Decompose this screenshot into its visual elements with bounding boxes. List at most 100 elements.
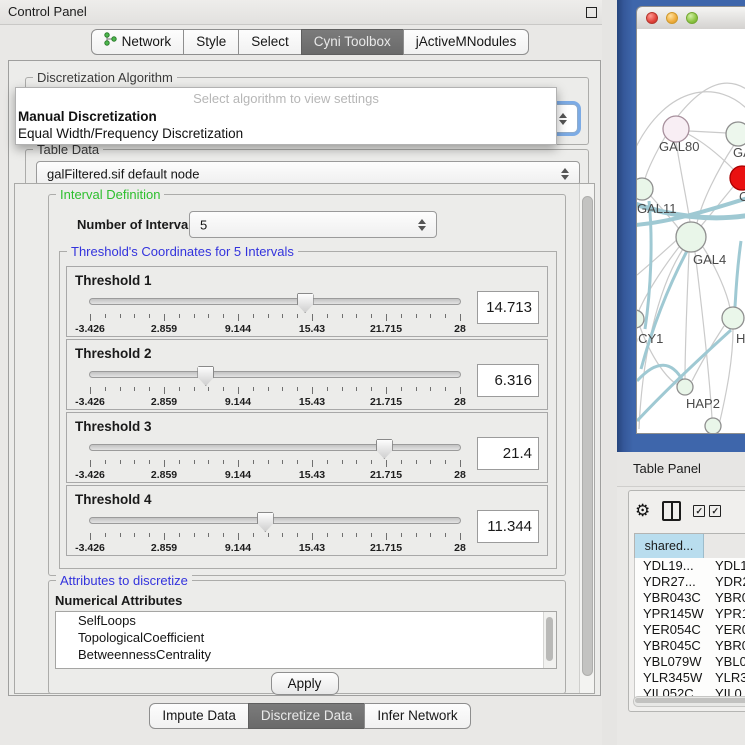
algorithm-option-equal-width-frequency-discretization[interactable]: Equal Width/Frequency Discretization	[16, 125, 556, 142]
tick-mark	[223, 314, 224, 318]
threshold-value-box[interactable]: 14.713	[477, 291, 539, 324]
slider-thumb[interactable]	[376, 439, 393, 459]
number-of-intervals-select[interactable]: 5	[189, 211, 437, 238]
threshold-slider[interactable]: -3.4262.8599.14415.4321.71528	[89, 510, 461, 554]
cell-shared-name: YBR043C	[635, 590, 709, 606]
table-row[interactable]: YDR27...YDR2	[635, 574, 745, 590]
threshold-value-box[interactable]: 21.4	[477, 437, 539, 470]
column-header-name[interactable]: na	[704, 534, 745, 558]
panel-divider[interactable]	[602, 0, 617, 745]
tick-mark	[445, 460, 446, 464]
table-row[interactable]: YBR045CYBR0	[635, 638, 745, 654]
tab-cyni-toolbox[interactable]: Cyni Toolbox	[301, 29, 404, 55]
network-canvas[interactable]: GAL80GACGAL11GAL4GCY1HHAP2	[637, 29, 745, 433]
network-node-bottom-node[interactable]	[705, 418, 721, 433]
network-node-gal4[interactable]	[676, 222, 706, 252]
threshold-slider[interactable]: -3.4262.8599.14415.4321.71528	[89, 364, 461, 408]
bottom-tab-discretize-data[interactable]: Discretize Data	[248, 703, 366, 729]
tick-mark	[371, 314, 372, 318]
minimize-traffic-icon[interactable]	[666, 12, 678, 24]
table-data-selected-value: galFiltered.sif default node	[47, 166, 199, 181]
list-scrollbar[interactable]	[543, 612, 556, 668]
tick-mark	[134, 533, 135, 537]
tick-mark	[327, 314, 328, 318]
tab-jactivemnodules[interactable]: jActiveMNodules	[403, 29, 530, 55]
network-node-selected-node[interactable]	[730, 166, 745, 190]
table-row[interactable]: YER054CYER0	[635, 622, 745, 638]
table-row[interactable]: YPR145WYPR1	[635, 606, 745, 622]
numerical-attributes-list[interactable]: SelfLoopsTopologicalCoefficientBetweenne…	[55, 611, 557, 669]
network-node-hap2[interactable]	[677, 379, 693, 395]
threshold-slider[interactable]: -3.4262.8599.14415.4321.71528	[89, 291, 461, 335]
tick-mark	[105, 314, 106, 318]
table-row[interactable]: YDL19...YDL1	[635, 558, 745, 574]
threshold-body: -3.4262.8599.14415.4321.71528 21.4	[75, 437, 539, 481]
tick-mark	[327, 533, 328, 537]
tick-mark	[416, 533, 417, 537]
network-node-gal-right[interactable]	[726, 122, 745, 146]
tick-label: 21.715	[370, 542, 402, 554]
close-traffic-icon[interactable]	[646, 12, 658, 24]
bottom-tab-impute-data-label: Impute Data	[162, 704, 236, 728]
tick-mark	[223, 533, 224, 537]
slider-track[interactable]	[89, 444, 461, 451]
slider-thumb[interactable]	[257, 512, 274, 532]
attribute-item-betweennesscentrality[interactable]: BetweennessCentrality	[56, 646, 556, 663]
cell-shared-name: YER054C	[635, 622, 709, 638]
tick-label: 21.715	[370, 469, 402, 481]
table-row[interactable]: YBL079WYBL0	[635, 654, 745, 670]
slider-track[interactable]	[89, 371, 461, 378]
network-node-gal11[interactable]	[637, 178, 653, 200]
slider-track[interactable]	[89, 298, 461, 305]
network-window-titlebar[interactable]	[637, 7, 745, 30]
zoom-traffic-icon[interactable]	[686, 12, 698, 24]
float-window-icon[interactable]	[586, 7, 597, 18]
table-row[interactable]: YBR043CYBR0	[635, 590, 745, 606]
tab-network[interactable]: Network	[91, 29, 185, 55]
interval-definition-group: Interval Definition Number of Intervals …	[48, 194, 566, 576]
table-horizontal-scrollbar-thumb[interactable]	[635, 698, 745, 703]
tick-mark	[238, 460, 239, 467]
attribute-item-topologicalcoefficient[interactable]: TopologicalCoefficient	[56, 629, 556, 646]
list-scrollbar-thumb[interactable]	[546, 617, 553, 661]
tick-mark	[371, 460, 372, 464]
slider-track[interactable]	[89, 517, 461, 524]
table-horizontal-scrollbar[interactable]	[633, 696, 745, 707]
cell-shared-name: YDR27...	[635, 574, 709, 590]
panel-scrollbar[interactable]	[579, 184, 594, 693]
slider-thumb[interactable]	[197, 366, 214, 386]
tick-mark	[120, 533, 121, 537]
checkbox-icon[interactable]: ✓	[693, 505, 705, 517]
tick-mark	[105, 387, 106, 391]
tick-mark	[164, 460, 165, 467]
tick-mark	[386, 387, 387, 394]
tick-mark	[268, 460, 269, 464]
threshold-value-box[interactable]: 11.344	[477, 510, 539, 543]
attribute-item-selfloops[interactable]: SelfLoops	[56, 612, 556, 629]
panel-scrollbar-thumb[interactable]	[582, 196, 593, 676]
threshold-slider[interactable]: -3.4262.8599.14415.4321.71528	[89, 437, 461, 481]
apply-button[interactable]: Apply	[271, 672, 339, 695]
network-edge	[689, 131, 727, 133]
table-row[interactable]: YLR345WYLR3	[635, 670, 745, 686]
tick-mark	[371, 387, 372, 391]
tick-mark	[223, 460, 224, 464]
bottom-tab-infer-network[interactable]: Infer Network	[364, 703, 470, 729]
gear-icon[interactable]: ⚙	[635, 501, 650, 521]
tick-mark	[238, 533, 239, 540]
network-node-h-node[interactable]	[722, 307, 744, 329]
bottom-tab-impute-data[interactable]: Impute Data	[149, 703, 249, 729]
split-columns-icon[interactable]	[662, 501, 681, 521]
checkbox-icon[interactable]: ✓	[709, 505, 721, 517]
algorithm-option-manual-discretization[interactable]: Manual Discretization	[16, 108, 556, 125]
tick-mark	[134, 387, 135, 391]
slider-thumb[interactable]	[297, 293, 314, 313]
tick-mark	[149, 533, 150, 537]
tick-mark	[164, 314, 165, 321]
discretization-algorithm-group-title: Discretization Algorithm	[33, 70, 177, 85]
tab-select[interactable]: Select	[238, 29, 302, 55]
threshold-value-box[interactable]: 6.316	[477, 364, 539, 397]
network-node-gcy1[interactable]	[637, 310, 644, 328]
tab-style[interactable]: Style	[183, 29, 239, 55]
column-header-shared-name[interactable]: shared...	[634, 534, 704, 558]
